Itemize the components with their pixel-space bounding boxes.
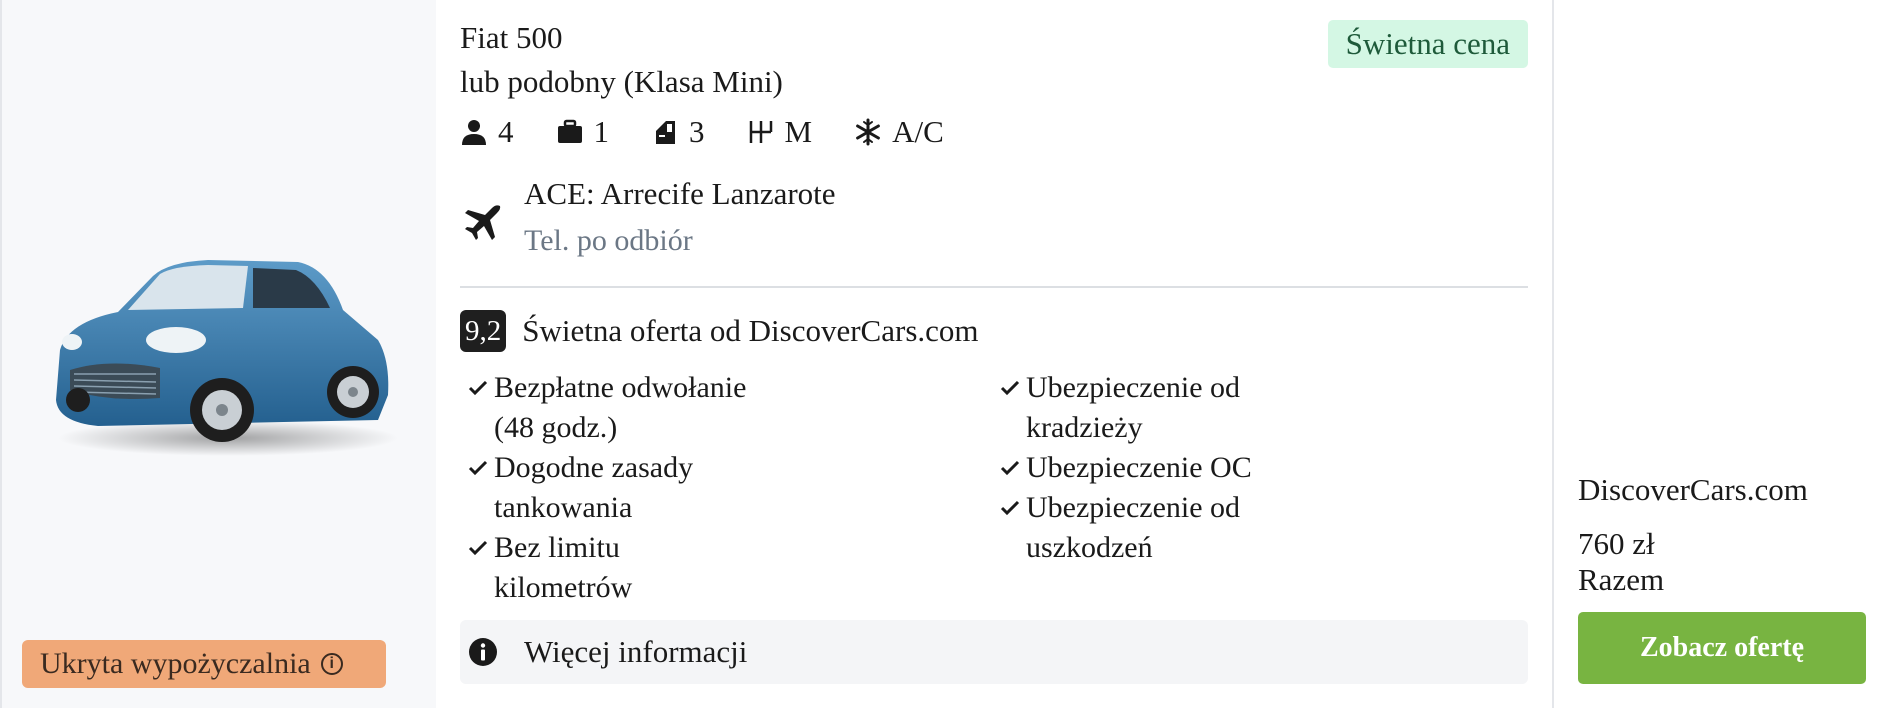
- feature-transmission: M: [747, 114, 813, 150]
- benefit-line: kilometrów: [494, 571, 633, 604]
- benefit-item: Ubezpieczenie od kradzieży: [1000, 368, 1500, 448]
- deal-badge: Świetna cena: [1327, 20, 1528, 68]
- divider: [460, 286, 1528, 288]
- doors-count: 3: [689, 114, 705, 149]
- checkmark-icon: [468, 460, 488, 476]
- car-class: lub podobny (Klasa Mini): [460, 64, 783, 99]
- feature-luggage: 1: [556, 114, 610, 150]
- feature-ac: A/C: [854, 114, 944, 150]
- location-note: Tel. po odbiór: [524, 224, 693, 257]
- luggage-count: 1: [593, 114, 610, 149]
- suitcase-icon: [557, 119, 582, 143]
- gearshift-icon: [749, 121, 772, 143]
- benefit-item: Bezpłatne odwołanie (48 godz.): [468, 368, 968, 448]
- benefit-item: Ubezpieczenie od uszkodzeń: [1000, 488, 1500, 568]
- hidden-rental-badge[interactable]: Ukryta wypożyczalnia i: [22, 640, 386, 688]
- door-icon: [656, 121, 675, 144]
- benefit-line: kradzieży: [1026, 411, 1143, 444]
- person-icon: [462, 120, 486, 145]
- more-info-label: Więcej informacji: [524, 634, 748, 669]
- benefits-list-left: Bezpłatne odwołanie (48 godz.) Dogodne za…: [468, 368, 968, 608]
- view-offer-button[interactable]: Zobacz ofertę: [1578, 612, 1866, 684]
- benefit-line: Dogodne zasady: [494, 451, 694, 484]
- benefit-line: tankowania: [494, 491, 633, 524]
- checkmark-icon: [1000, 380, 1020, 396]
- checkmark-icon: [468, 380, 488, 396]
- hidden-rental-label: Ukryta wypożyczalnia: [40, 647, 311, 680]
- seats-count: 4: [498, 114, 514, 149]
- benefit-line: Ubezpieczenie OC: [1026, 451, 1252, 484]
- benefits-list-right: Ubezpieczenie od kradzieży Ubezpieczenie …: [1000, 368, 1500, 568]
- offer-details: Fiat 500 lub podobny (Klasa Mini) Świetn…: [460, 0, 1528, 708]
- checkmark-icon: [1000, 500, 1020, 516]
- benefit-item: Ubezpieczenie OC: [1000, 448, 1500, 488]
- feature-seats: 4: [460, 114, 514, 150]
- price-value: 760 zł: [1578, 526, 1655, 561]
- rating-score: 9,2: [460, 310, 507, 352]
- car-offer-card: Ukryta wypożyczalnia i Fiat 500 lub podo…: [0, 0, 1888, 708]
- more-info-button[interactable]: Więcej informacji: [460, 620, 1528, 684]
- checkmark-icon: [1000, 460, 1020, 476]
- car-image-panel: Ukryta wypożyczalnia i: [0, 0, 436, 708]
- rating-row: 9,2 Świetna oferta od DiscoverCars.com: [460, 310, 979, 352]
- car-features: 4 1 3 M A/C: [460, 112, 986, 152]
- airplane-icon: [465, 205, 501, 240]
- car-image: [56, 260, 398, 456]
- benefit-line: Bez limitu: [494, 531, 620, 564]
- price-panel: DiscoverCars.com 760 zł Razem Zobacz ofe…: [1552, 0, 1888, 708]
- benefit-line: (48 godz.): [494, 411, 618, 444]
- benefit-item: Bez limitu kilometrów: [468, 528, 968, 608]
- price-total-label: Razem: [1578, 562, 1665, 597]
- location-name: ACE: Arrecife Lanzarote: [524, 176, 836, 211]
- benefit-line: Ubezpieczenie od: [1026, 491, 1241, 524]
- benefit-line: Bezpłatne odwołanie: [494, 371, 747, 404]
- provider-name: DiscoverCars.com: [1578, 472, 1808, 507]
- benefit-item: Dogodne zasady tankowania: [468, 448, 968, 528]
- checkmark-icon: [468, 540, 488, 556]
- snowflake-icon: [856, 118, 880, 146]
- info-icon: [469, 638, 497, 666]
- info-icon[interactable]: i: [320, 653, 343, 675]
- benefit-line: Ubezpieczenie od: [1026, 371, 1241, 404]
- transmission-value: M: [784, 114, 813, 149]
- rating-text: Świetna oferta od DiscoverCars.com: [522, 313, 979, 348]
- benefit-line: uszkodzeń: [1026, 531, 1153, 564]
- ac-value: A/C: [892, 114, 944, 149]
- feature-doors: 3: [651, 114, 705, 150]
- car-name: Fiat 500: [460, 20, 563, 55]
